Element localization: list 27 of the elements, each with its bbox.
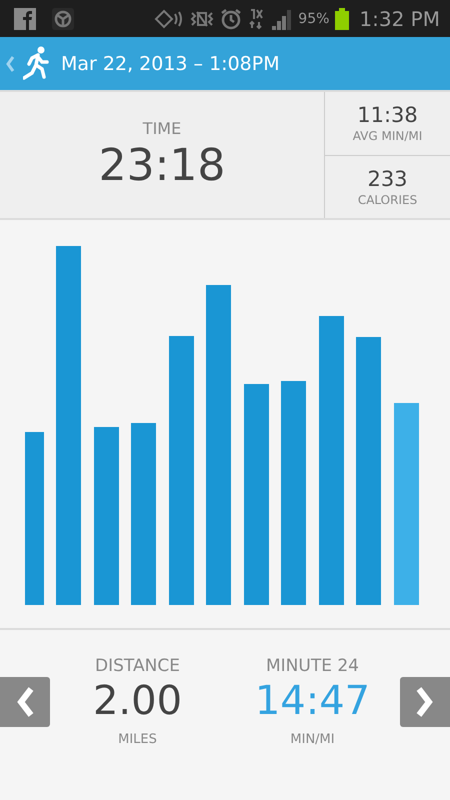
time-label: TIME [142, 119, 182, 138]
next-button[interactable] [400, 677, 450, 727]
chevron-left-icon [15, 687, 35, 717]
back-icon[interactable] [5, 56, 15, 72]
battery-level: 95% [298, 10, 330, 26]
chevron-right-icon [415, 687, 435, 717]
calories-label: CALORIES [358, 192, 418, 207]
previous-button[interactable] [0, 677, 50, 727]
runner-icon [23, 46, 49, 82]
battery-icon [335, 8, 350, 30]
pace-label: AVG MIN/MI [352, 129, 422, 144]
pace-value: 11:38 [357, 103, 418, 128]
minute-pace-value: 14:47 [254, 678, 370, 724]
header-title: Mar 22, 2013 – 1:08PM [61, 52, 280, 74]
minute-label: MINUTE 24 [266, 656, 359, 676]
facebook-icon [14, 8, 36, 30]
data-icon [248, 8, 264, 30]
vibrate-icon [190, 8, 214, 28]
alarm-icon [220, 8, 242, 30]
calories-value: 233 [367, 166, 408, 191]
distance-unit: MILES [118, 732, 157, 747]
signal-icon [270, 8, 292, 30]
distance-label: DISTANCE [95, 656, 180, 676]
time-value: 23:18 [98, 140, 226, 191]
distance-value: 2.00 [92, 678, 182, 724]
minute-pace-unit: MIN/MI [290, 732, 335, 747]
clock: 1:32 PM [359, 6, 440, 30]
